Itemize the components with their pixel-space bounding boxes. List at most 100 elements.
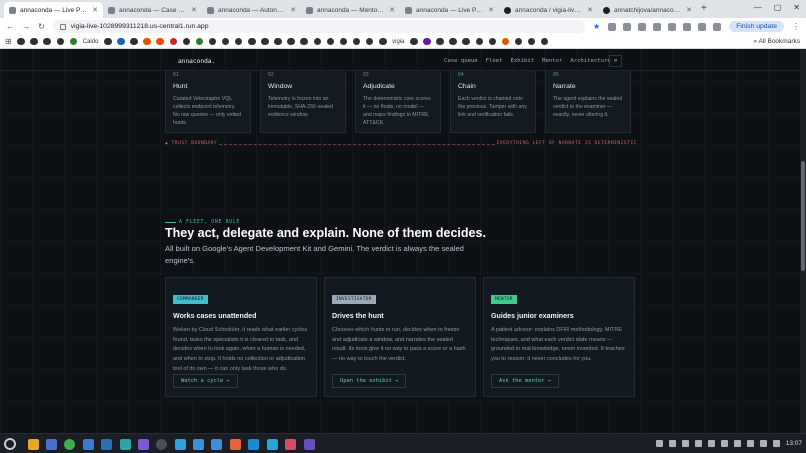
start-menu-icon[interactable] [4,438,16,450]
extension-icon[interactable] [698,22,707,31]
vscode-icon[interactable] [248,439,259,450]
nav-fleet[interactable]: Fleet [486,58,503,64]
bookmark-icon[interactable] [475,37,484,46]
bookmark-icon[interactable] [514,37,523,46]
app-icon[interactable] [211,439,222,450]
telegram-icon[interactable] [175,439,186,450]
bookmark-vigia[interactable]: vigia [392,39,404,45]
bookmark-icon[interactable] [56,37,65,46]
close-tab-icon[interactable]: ✕ [92,6,98,14]
close-tab-icon[interactable]: ✕ [191,6,197,14]
browser-tab[interactable]: annaconda / vigia-live — sys ✕ [499,2,598,18]
bookmark-icon[interactable] [130,37,138,46]
bookmark-icon[interactable] [156,37,164,46]
volume-icon[interactable] [759,440,767,447]
minimize-icon[interactable]: — [754,3,762,12]
nav-exhibit[interactable]: Exhibit [511,58,535,64]
bookmark-icon[interactable] [69,37,78,46]
app-icon[interactable] [193,439,204,450]
files-app-icon[interactable] [28,439,39,450]
page-scrollbar[interactable] [800,49,806,433]
browser-tab[interactable]: annaconda — Mentor Conv ✕ [301,2,400,18]
browser-tab[interactable]: annaconda — Live Purple Te ✕ [4,2,103,18]
browser-tab[interactable]: annatchijova/annaconda: Liv✕ [598,2,697,18]
extension-icon[interactable] [638,22,647,31]
bookmark-icon[interactable] [449,37,457,46]
bookmark-icon[interactable] [195,37,204,46]
bookmark-icon[interactable] [117,37,125,46]
extension-icon[interactable] [668,22,677,31]
bookmark-icon[interactable] [30,37,38,46]
battery-icon[interactable] [772,440,780,447]
app-icon[interactable] [138,439,149,450]
bookmark-icon[interactable] [248,37,256,46]
app-icon[interactable] [101,439,112,450]
nav-case-queue[interactable]: Case queue [444,58,478,64]
bookmark-icon[interactable] [313,37,322,46]
site-info-icon[interactable] [59,23,66,30]
bookmark-star-icon[interactable]: ★ [593,22,600,31]
tray-icon[interactable] [720,440,728,447]
tray-icon[interactable] [668,440,676,447]
scrollbar-thumb[interactable] [801,161,805,271]
bookmark-icon[interactable] [501,37,510,46]
bookmark-icon[interactable] [326,37,335,46]
bookmark-icon[interactable] [43,37,51,46]
menu-kebab-icon[interactable]: ⋮ [792,22,800,31]
tray-icon[interactable] [707,440,715,447]
apps-grid-icon[interactable]: ⊞ [5,37,12,46]
bookmark-icon[interactable] [182,37,191,46]
bookmark-caido[interactable]: Caido [83,39,99,45]
telegram-icon[interactable] [267,439,278,450]
bookmark-icon[interactable] [410,37,418,46]
nav-mentor[interactable]: Mentor [542,58,562,64]
bookmark-icon[interactable] [352,37,361,46]
close-tab-icon[interactable]: ✕ [488,6,494,14]
nav-architecture[interactable]: Architecture [570,58,610,64]
bookmark-icon[interactable] [488,37,497,46]
bookmark-icon[interactable] [436,37,444,46]
extension-icon[interactable] [608,22,617,31]
url-field[interactable]: vigia-live-1028999311218.us-central1.run… [52,20,586,33]
close-tab-icon[interactable]: ✕ [389,6,395,14]
tray-icon[interactable] [733,440,741,447]
bookmark-icon[interactable] [379,37,387,46]
bookmark-icon[interactable] [462,37,470,46]
app-icon[interactable] [120,439,131,450]
tray-icon[interactable] [694,440,702,447]
extension-icon[interactable] [653,22,662,31]
bookmark-icon[interactable] [169,37,178,46]
close-tab-icon[interactable]: ✕ [290,6,296,14]
watch-cycle-button[interactable]: Watch a cycle → [173,374,238,388]
bookmark-icon[interactable] [300,37,308,46]
nav-arrow-button[interactable]: » [609,55,622,67]
all-bookmarks-button[interactable]: » All Bookmarks [753,38,800,45]
bookmark-icon[interactable] [365,37,374,46]
bookmark-icon[interactable] [261,37,269,46]
reload-icon[interactable]: ↻ [38,22,45,31]
app-icon[interactable] [156,439,167,450]
app-icon[interactable] [285,439,296,450]
bookmark-icon[interactable] [208,37,217,46]
extensions-puzzle-icon[interactable] [713,22,722,31]
forward-icon[interactable]: → [22,22,30,31]
chrome-icon[interactable] [64,439,75,450]
maximize-icon[interactable]: ▢ [774,3,782,12]
browser-tab[interactable]: annaconda — Autonomous ✕ [202,2,301,18]
clock[interactable]: 13:07 [786,440,802,447]
ask-mentor-button[interactable]: Ask the mentor → [491,374,559,388]
app-icon[interactable] [304,439,315,450]
back-icon[interactable]: ← [6,22,14,31]
close-tab-icon[interactable]: ✕ [587,6,593,14]
bookmark-icon[interactable] [527,37,536,46]
open-exhibit-button[interactable]: Open the exhibit → [332,374,407,388]
bookmark-icon[interactable] [234,37,243,46]
bookmark-icon[interactable] [423,37,431,46]
finish-update-button[interactable]: Finish update [729,21,784,32]
close-window-icon[interactable]: ✕ [793,3,800,12]
new-tab-button[interactable]: + [701,2,707,18]
browser-tab[interactable]: annaconda — Case Queue ✕ [103,2,202,18]
extension-icon[interactable] [683,22,692,31]
bookmark-icon[interactable] [274,37,282,46]
app-icon[interactable] [83,439,94,450]
